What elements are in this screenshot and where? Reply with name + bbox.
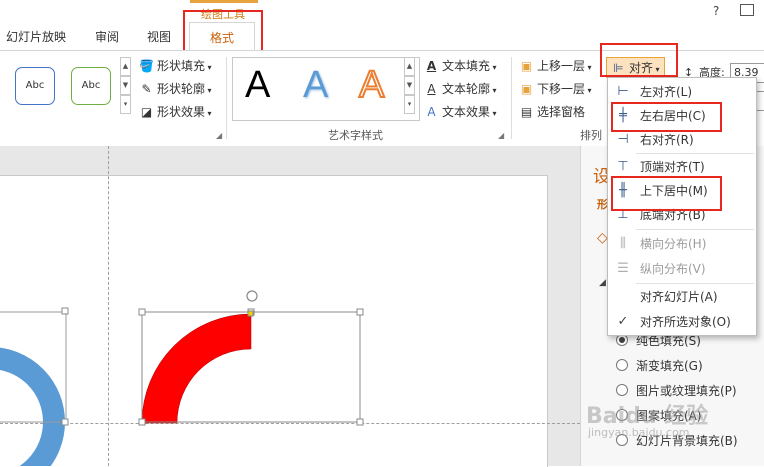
resize-handle[interactable] (61, 418, 69, 426)
text-outline-button[interactable]: A 文本轮廓 ▾ (424, 80, 496, 97)
gallery-down-icon[interactable]: ▼ (404, 76, 415, 95)
tab-view[interactable]: 视图 (147, 28, 171, 45)
text-effects-label: 文本效果 (442, 105, 491, 119)
shape-style-swatch-green[interactable]: Abc (71, 67, 111, 105)
fill-option-gradient[interactable]: 渐变填充(G) (616, 357, 703, 374)
radio-icon (616, 384, 628, 396)
menu-item-align-selected-objects[interactable]: ✓ 对齐所选对象(O) (608, 310, 756, 334)
selection-pane-icon: ▤ (520, 105, 533, 119)
wordart-gallery-scroll[interactable]: ▲ ▼ ▾ (404, 57, 415, 114)
pencil-icon: ✎ (141, 82, 152, 96)
text-fill-label: 文本填充 (442, 59, 491, 73)
gallery-more-icon[interactable]: ▾ (404, 95, 415, 114)
fill-option-picture[interactable]: 图片或纹理填充(P) (616, 382, 737, 399)
fill-option-label: 纯色填充(S) (636, 334, 701, 348)
text-outline-icon: A (427, 82, 436, 96)
wordart-gallery: A A A (232, 57, 420, 121)
send-backward-label: 下移一层 (537, 82, 586, 96)
send-backward-icon: ▣ (520, 82, 533, 96)
tab-slideshow[interactable]: 幻灯片放映 (6, 28, 66, 45)
paint-bucket-icon: 🪣 (139, 59, 154, 73)
selection-pane-button[interactable]: ▤ 选择窗格 (519, 103, 585, 120)
text-effects-button[interactable]: A 文本效果 ▾ (424, 103, 496, 120)
shape-style-swatch-blue[interactable]: Abc (15, 67, 55, 105)
wordart-style-blue[interactable]: A (303, 64, 328, 107)
shape-styles-launcher-icon[interactable]: ◢ (216, 131, 222, 140)
swatch-label: Abc (81, 80, 101, 91)
gallery-down-icon[interactable]: ▼ (120, 76, 131, 95)
tab-review[interactable]: 审阅 (95, 28, 119, 45)
resize-handle[interactable] (61, 307, 69, 315)
selection-pane-label: 选择窗格 (537, 105, 586, 119)
wordart-style-orange[interactable]: A (358, 63, 385, 107)
text-fill-icon: A (426, 59, 437, 73)
shape-fill-label: 形状填充 (157, 59, 206, 73)
menu-item-label: 左对齐(L) (640, 85, 693, 99)
fill-option-label: 图片或纹理填充(P) (636, 384, 737, 398)
blue-ring-shape[interactable] (0, 347, 65, 466)
shape-effects-label: 形状效果 (157, 105, 206, 119)
highlight-align-middle-item (611, 176, 722, 211)
wordart-launcher-icon[interactable]: ◢ (498, 131, 504, 140)
swatch-label: Abc (25, 80, 45, 91)
fill-option-label: 渐变填充(G) (636, 359, 703, 373)
help-button[interactable]: ? (713, 4, 719, 18)
wordart-group-label: 艺术字样式 (328, 129, 383, 142)
slide-shapes (0, 290, 364, 466)
effects-icon: ◪ (140, 105, 153, 119)
text-fill-button[interactable]: A 文本填充 ▾ (424, 57, 497, 74)
fill-section-collapse-icon[interactable]: ◢ (599, 278, 606, 288)
highlight-align-center-item (611, 102, 722, 132)
menu-item-label: 纵向分布(V) (640, 262, 706, 276)
red-block-arc-shape[interactable] (141, 313, 252, 424)
group-divider (511, 57, 512, 139)
menu-separator (636, 153, 754, 154)
shape-style-gallery-scroll[interactable]: ▲ ▼ ▾ (120, 57, 131, 114)
checkmark-icon: ✓ (617, 314, 629, 329)
bring-forward-button[interactable]: ▣ 上移一层 ▾ (519, 57, 592, 74)
bring-forward-icon: ▣ (520, 59, 533, 73)
highlight-format-tab (183, 10, 263, 54)
shape-outline-button[interactable]: ✎ 形状轮廓 ▾ (139, 80, 211, 97)
highlight-align-button (600, 43, 678, 77)
send-backward-button[interactable]: ▣ 下移一层 ▾ (519, 80, 592, 97)
text-effects-icon: A (427, 105, 436, 119)
menu-item-label: 对齐幻灯片(A) (640, 290, 718, 304)
bring-forward-label: 上移一层 (537, 59, 586, 73)
distribute-horizontal-icon: ⫼ (620, 236, 626, 251)
radio-icon (616, 359, 628, 371)
wordart-style-black[interactable]: A (245, 64, 270, 107)
resize-handle[interactable] (138, 308, 146, 316)
menu-item-label: 横向分布(H) (640, 237, 707, 251)
gallery-up-icon[interactable]: ▲ (404, 57, 415, 76)
shape-fill-button[interactable]: 🪣 形状填充 ▾ (139, 57, 212, 74)
distribute-vertical-icon: ☰ (617, 261, 629, 276)
menu-item-align-left[interactable]: ⊢ 左对齐(L) (608, 80, 756, 104)
group-divider (226, 57, 227, 139)
menu-item-distribute-vertical: ☰ 纵向分布(V) (608, 257, 756, 281)
resize-handle[interactable] (356, 308, 364, 316)
rotate-handle-icon[interactable] (246, 290, 258, 302)
adjust-handle[interactable] (247, 310, 254, 317)
text-outline-label: 文本轮廓 (442, 82, 491, 96)
resize-handle[interactable] (138, 418, 146, 426)
arrange-group-label: 排列 (580, 129, 602, 142)
resize-handle[interactable] (356, 418, 364, 426)
watermark-url: jingyan.baidu.com (588, 426, 690, 439)
gallery-more-icon[interactable]: ▾ (120, 95, 131, 114)
shape-effects-button[interactable]: ◪ 形状效果 ▾ (139, 103, 212, 120)
menu-separator (636, 229, 754, 230)
restore-window-icon[interactable] (740, 4, 754, 16)
menu-separator (636, 283, 754, 284)
menu-item-label: 对齐所选对象(O) (640, 315, 731, 329)
menu-item-distribute-horizontal: ⫼ 横向分布(H) (608, 232, 756, 256)
menu-item-align-to-slide[interactable]: 对齐幻灯片(A) (608, 285, 756, 309)
gallery-up-icon[interactable]: ▲ (120, 57, 131, 76)
align-left-icon: ⊢ (617, 84, 629, 99)
shape-outline-label: 形状轮廓 (157, 82, 206, 96)
